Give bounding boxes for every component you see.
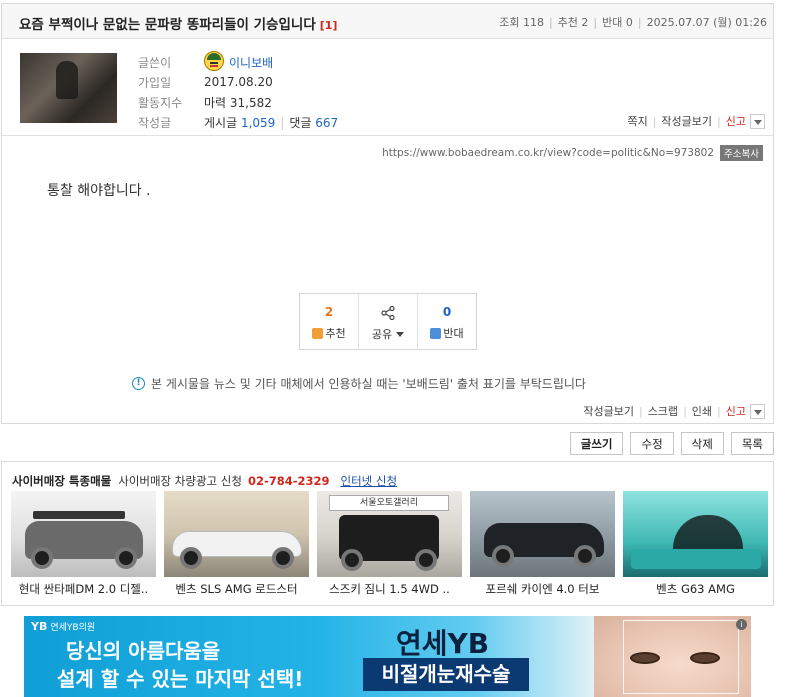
report-dropdown-icon[interactable]	[750, 113, 765, 129]
recommend-vote-label: 추천	[325, 327, 346, 340]
cyber-store-ad: 사이버매장 특종매물 사이버매장 차량광고 신청 02-784-2329 인터넷…	[1, 461, 774, 606]
ad-header: 사이버매장 특종매물 사이버매장 차량광고 신청 02-784-2329 인터넷…	[12, 473, 397, 489]
posts-prefix: 게시글	[204, 115, 238, 130]
report-link[interactable]: 신고	[726, 113, 746, 129]
post-actions: 작성글보기 | 스크랩 | 인쇄 | 신고	[583, 403, 765, 419]
car-list: 현대 싼타페DM 2.0 디젤.. 벤츠 SLS AMG 로드스터 서울오토갤러…	[11, 491, 768, 597]
writer-label: 글쓴이	[138, 55, 172, 70]
author-avatar[interactable]	[20, 53, 117, 123]
oppose-button[interactable]: 0 반대	[418, 294, 476, 349]
citation-notice: ! 본 게시물을 뉴스 및 기타 매체에서 인용하실 때는 '보배드림' 출처 표…	[132, 375, 586, 392]
ad-subtitle: 사이버매장 차량광고 신청	[118, 474, 242, 488]
activity-label: 활동지수	[138, 95, 183, 110]
post-header: 요즘 부쩍이나 문없는 문파랑 똥파리들이 기승입니다 [1] 조회 118 | 추천…	[2, 4, 773, 39]
edit-button[interactable]: 수정	[630, 432, 674, 455]
author-posts-link-bottom[interactable]: 작성글보기	[583, 403, 634, 419]
banner-line-1: 당신의 아름다움을	[66, 639, 221, 663]
car-item[interactable]: 서울오토갤러리 스즈키 짐니 1.5 4WD ..	[317, 491, 462, 597]
posts-label: 작성글	[138, 115, 172, 130]
report-dropdown-icon-bottom[interactable]	[750, 403, 765, 419]
oppose-vote-count: 0	[442, 305, 452, 319]
oppose-label: 반대	[602, 16, 623, 29]
write-button[interactable]: 글쓰기	[569, 432, 624, 455]
level-icon	[204, 51, 224, 71]
message-link[interactable]: 쪽지	[627, 113, 647, 129]
chevron-down-icon	[396, 331, 405, 337]
car-item[interactable]: 벤츠 SLS AMG 로드스터	[164, 491, 309, 597]
activity-value: 마력 31,582	[204, 95, 272, 110]
post-title: 요즘 부쩍이나 문없는 문파랑 똥파리들이 기승입니다 [1]	[19, 13, 337, 33]
vote-box: 2 추천 공유 0 반대	[299, 293, 477, 350]
board-buttons: 글쓰기 수정 삭제 목록	[569, 432, 774, 455]
notice-text: 본 게시물을 뉴스 및 기타 매체에서 인용하실 때는 '보배드림' 출처 표기…	[151, 377, 586, 391]
comments-count[interactable]: 667	[315, 116, 338, 130]
internet-apply-link[interactable]: 인터넷 신청	[341, 473, 398, 489]
views-count: 118	[522, 16, 544, 29]
car-item[interactable]: 현대 싼타페DM 2.0 디젤..	[11, 491, 156, 597]
print-link[interactable]: 인쇄	[692, 403, 712, 419]
joined-label: 가입일	[138, 75, 172, 90]
author-posts-link[interactable]: 작성글보기	[661, 113, 712, 129]
comment-count[interactable]: [1]	[320, 19, 338, 32]
banner-line-2: 설계 할 수 있는 마지막 선택!	[57, 667, 304, 691]
scrap-link[interactable]: 스크랩	[648, 403, 678, 419]
views-label: 조회	[499, 16, 520, 29]
car-name[interactable]: 현대 싼타페DM 2.0 디젤..	[11, 581, 156, 597]
ad-info-icon[interactable]: i	[736, 619, 747, 630]
comments-prefix: 댓글	[289, 115, 312, 130]
thumbs-down-icon	[430, 327, 442, 339]
car-photo[interactable]	[164, 491, 309, 577]
author-actions: 쪽지 | 작성글보기 | 신고	[627, 113, 765, 129]
clinic-banner-ad[interactable]: YB 연세YB의원 당신의 아름다움을 설계 할 수 있는 마지막 선택! 연세Y…	[24, 616, 751, 697]
list-button[interactable]: 목록	[730, 432, 774, 455]
car-photo[interactable]	[623, 491, 768, 577]
divider	[2, 135, 773, 136]
post-container: 요즘 부쩍이나 문없는 문파랑 똥파리들이 기승입니다 [1] 조회 118 | 추천…	[1, 3, 774, 424]
dealer-sign: 서울오토갤러리	[329, 495, 449, 511]
ad-phone: 02-784-2329	[247, 474, 330, 488]
car-photo[interactable]	[470, 491, 615, 577]
info-icon: !	[132, 377, 145, 390]
car-photo[interactable]	[11, 491, 156, 577]
author-info: 글쓴이 이니보배 가입일 2017.08.20 활동지수 마력 31,582 작성글 게…	[138, 51, 338, 132]
url-text: https://www.bobaedream.co.kr/view?code=p…	[382, 147, 715, 159]
recommend-button[interactable]: 2 추천	[300, 294, 359, 349]
ad-title: 사이버매장 특종매물	[12, 474, 112, 488]
post-body: 통찰 해야합니다 .	[47, 183, 151, 199]
oppose-vote-label: 반대	[443, 327, 464, 340]
car-item[interactable]: 포르쉐 카이엔 4.0 터보	[470, 491, 615, 597]
delete-button[interactable]: 삭제	[680, 432, 724, 455]
share-icon	[381, 306, 395, 320]
car-item[interactable]: 벤츠 G63 AMG	[623, 491, 768, 597]
clinic-logo: YB 연세YB의원	[31, 620, 96, 633]
post-meta: 조회 118 | 추천 2 | 반대 0 | 2025.07.07 (월) 01:26	[499, 16, 767, 29]
joined-date: 2017.08.20	[204, 75, 273, 89]
car-name[interactable]: 스즈키 짐니 1.5 4WD ..	[317, 581, 462, 597]
post-title-text: 요즘 부쩍이나 문없는 문파랑 똥파리들이 기승입니다	[19, 17, 316, 33]
report-link-bottom[interactable]: 신고	[726, 403, 746, 419]
share-label: 공유	[371, 328, 393, 341]
focus-frame	[623, 620, 739, 694]
recommend-count: 2	[581, 16, 589, 29]
banner-brand: 연세YB	[396, 627, 490, 660]
post-url: https://www.bobaedream.co.kr/view?code=p…	[382, 145, 763, 161]
nickname-text[interactable]: 이니보배	[229, 54, 273, 71]
share-button[interactable]: 공유	[359, 294, 418, 349]
car-photo[interactable]: 서울오토갤러리	[317, 491, 462, 577]
car-name[interactable]: 벤츠 G63 AMG	[623, 581, 768, 597]
post-date: 2025.07.07 (월) 01:26	[646, 16, 767, 29]
recommend-vote-count: 2	[324, 305, 334, 319]
recommend-label: 추천	[557, 16, 578, 29]
banner-cta[interactable]: 비절개눈재수술	[363, 658, 529, 691]
copy-url-button[interactable]: 주소복사	[720, 145, 763, 161]
author-nickname[interactable]: 이니보배	[204, 51, 273, 72]
car-name[interactable]: 벤츠 SLS AMG 로드스터	[164, 581, 309, 597]
car-name[interactable]: 포르쉐 카이엔 4.0 터보	[470, 581, 615, 597]
posts-count[interactable]: 1,059	[241, 116, 275, 130]
clinic-logo-text: 연세YB의원	[50, 623, 96, 633]
oppose-count: 0	[625, 16, 633, 29]
thumbs-up-icon	[312, 327, 324, 339]
